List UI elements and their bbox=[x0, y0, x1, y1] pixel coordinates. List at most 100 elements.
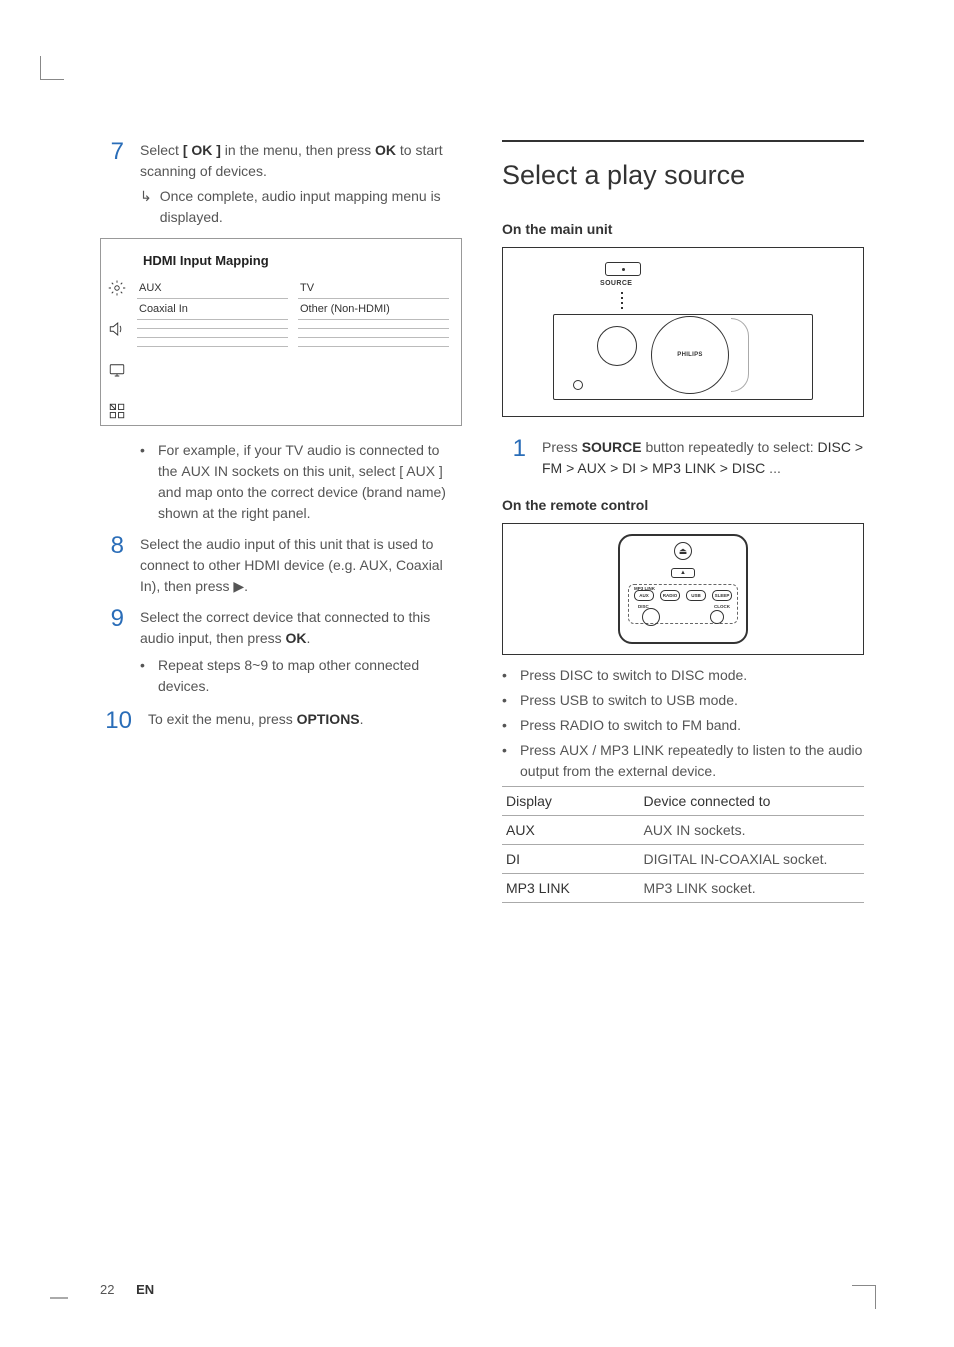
display-value: AUX bbox=[502, 816, 640, 845]
subheading-remote: On the remote control bbox=[502, 497, 864, 513]
crop-mark bbox=[50, 1297, 68, 1299]
result-text: Once complete, audio input mapping menu … bbox=[160, 186, 462, 228]
text: Press DISC to switch to DISC mode. bbox=[520, 665, 747, 686]
text: Repeat steps 8~9 to map other connected … bbox=[158, 655, 462, 697]
step-number: 10 bbox=[100, 709, 132, 733]
play-icon: ▶ bbox=[233, 578, 244, 594]
device-value: MP3 LINK socket. bbox=[640, 874, 864, 903]
aux-mp3link-bold: AUX / MP3 LINK bbox=[560, 742, 664, 758]
bullet-icon: • bbox=[140, 655, 148, 697]
ok-bold: OK bbox=[286, 630, 307, 646]
cell: Coaxial In bbox=[137, 299, 288, 320]
step7-notes: • For example, if your TV audio is conne… bbox=[100, 440, 462, 524]
aux-in-bold: AUX IN bbox=[181, 463, 228, 479]
col-device: Device connected to bbox=[640, 787, 864, 816]
list-item: • Press AUX / MP3 LINK repeatedly to lis… bbox=[502, 740, 864, 782]
section-heading: Select a play source bbox=[502, 140, 864, 191]
usb-bold: USB bbox=[560, 692, 589, 708]
language-code: EN bbox=[136, 1282, 154, 1297]
step-text: Select the audio input of this unit that… bbox=[140, 534, 462, 597]
text: Press USB to switch to USB mode. bbox=[520, 690, 738, 711]
arrow-icon: ↳ bbox=[140, 186, 152, 228]
step-9: 9 Select the correct device that connect… bbox=[100, 607, 462, 699]
clock-label: CLOCK bbox=[714, 604, 730, 609]
text: Press bbox=[520, 692, 560, 708]
display-value: MP3 LINK bbox=[502, 874, 640, 903]
ok-bracket: [ OK ] bbox=[183, 142, 221, 158]
list-item: • Press DISC to switch to DISC mode. bbox=[502, 665, 864, 686]
sleep-button-icon: SLEEP bbox=[712, 590, 732, 601]
table-row: DI DIGITAL IN-COAXIAL socket. bbox=[502, 845, 864, 874]
subheading-main-unit: On the main unit bbox=[502, 221, 864, 237]
main-unit-drawing: SOURCE PHILIPS bbox=[553, 262, 813, 402]
cell bbox=[298, 338, 449, 347]
cell bbox=[137, 329, 288, 338]
result-line: ↳ Once complete, audio input mapping men… bbox=[140, 186, 462, 228]
aux-bracket-bold: [ AUX ] bbox=[399, 463, 443, 479]
grid-icon bbox=[108, 402, 126, 425]
large-dial: PHILIPS bbox=[651, 316, 729, 394]
dotted-line bbox=[621, 292, 623, 309]
text: ... bbox=[765, 460, 781, 476]
cell: Other (Non-HDMI) bbox=[298, 299, 449, 320]
step-number: 7 bbox=[100, 140, 124, 164]
options-bold: OPTIONS bbox=[297, 711, 360, 727]
cell bbox=[298, 329, 449, 338]
step-text: To exit the menu, press OPTIONS. bbox=[148, 709, 462, 730]
cell bbox=[137, 320, 288, 329]
text: Press RADIO to switch to FM band. bbox=[520, 715, 741, 736]
side-arc bbox=[731, 318, 749, 392]
step-8: 8 Select the audio input of this unit th… bbox=[100, 534, 462, 597]
text: . bbox=[244, 578, 248, 594]
table-row: AUX AUX IN sockets. bbox=[502, 816, 864, 845]
brand-label: PHILIPS bbox=[677, 352, 702, 358]
step-1-source: 1 Press SOURCE button repeatedly to sele… bbox=[502, 437, 864, 479]
text: Select the audio input of this unit that… bbox=[140, 536, 443, 594]
remote-button-row: AUX RADIO USB SLEEP bbox=[634, 590, 732, 601]
table-row bbox=[137, 320, 449, 329]
left-column: 7 Select [ OK ] in the menu, then press … bbox=[100, 140, 462, 903]
text: To exit the menu, press bbox=[148, 711, 297, 727]
hdmi-side-icons bbox=[101, 239, 133, 425]
cell: TV bbox=[298, 278, 449, 299]
source-button-illustration bbox=[605, 262, 641, 276]
step-number: 9 bbox=[100, 607, 124, 631]
bullet-icon: • bbox=[502, 690, 510, 711]
open-close-icon bbox=[671, 568, 695, 578]
small-dial bbox=[597, 326, 637, 366]
settings-icon bbox=[108, 279, 126, 302]
text: Select bbox=[140, 142, 183, 158]
cell bbox=[298, 320, 449, 329]
remote-diagram: MP3 LINK AUX RADIO USB SLEEP DISC CLOCK bbox=[502, 523, 864, 655]
source-bold: SOURCE bbox=[582, 439, 642, 455]
step-text: Select the correct device that connected… bbox=[140, 607, 462, 699]
usb-button-icon: USB bbox=[686, 590, 706, 601]
list-item: • Repeat steps 8~9 to map other connecte… bbox=[140, 655, 462, 697]
hdmi-title: HDMI Input Mapping bbox=[143, 253, 449, 268]
col-display: Display bbox=[502, 787, 640, 816]
remote-instructions: • Press DISC to switch to DISC mode. • P… bbox=[502, 665, 864, 782]
display-value: DI bbox=[502, 845, 640, 874]
right-column: Select a play source On the main unit SO… bbox=[502, 140, 864, 903]
text: Press bbox=[520, 667, 560, 683]
text: button repeatedly to select: bbox=[642, 439, 818, 455]
bullet-icon: • bbox=[502, 715, 510, 736]
step-7: 7 Select [ OK ] in the menu, then press … bbox=[100, 140, 462, 228]
crop-mark bbox=[852, 1285, 876, 1309]
text: to switch to DISC mode. bbox=[593, 667, 747, 683]
speaker-icon bbox=[108, 320, 126, 343]
crop-mark bbox=[40, 56, 64, 80]
list-item: • Press RADIO to switch to FM band. bbox=[502, 715, 864, 736]
indicator-light bbox=[573, 380, 583, 390]
circle-button-icon bbox=[710, 610, 724, 624]
table-row: AUX TV bbox=[137, 278, 449, 299]
table-row: Coaxial In Other (Non-HDMI) bbox=[137, 299, 449, 320]
step-text: Select [ OK ] in the menu, then press OK… bbox=[140, 140, 462, 228]
cell: AUX bbox=[137, 278, 288, 299]
eject-icon bbox=[674, 542, 692, 560]
text: . bbox=[307, 630, 311, 646]
aux-button-icon: AUX bbox=[634, 590, 654, 601]
table-row: MP3 LINK MP3 LINK socket. bbox=[502, 874, 864, 903]
bullet-icon: • bbox=[502, 740, 510, 782]
hdmi-mapping-panel: HDMI Input Mapping AUX TV Coaxial In Oth… bbox=[100, 238, 462, 426]
